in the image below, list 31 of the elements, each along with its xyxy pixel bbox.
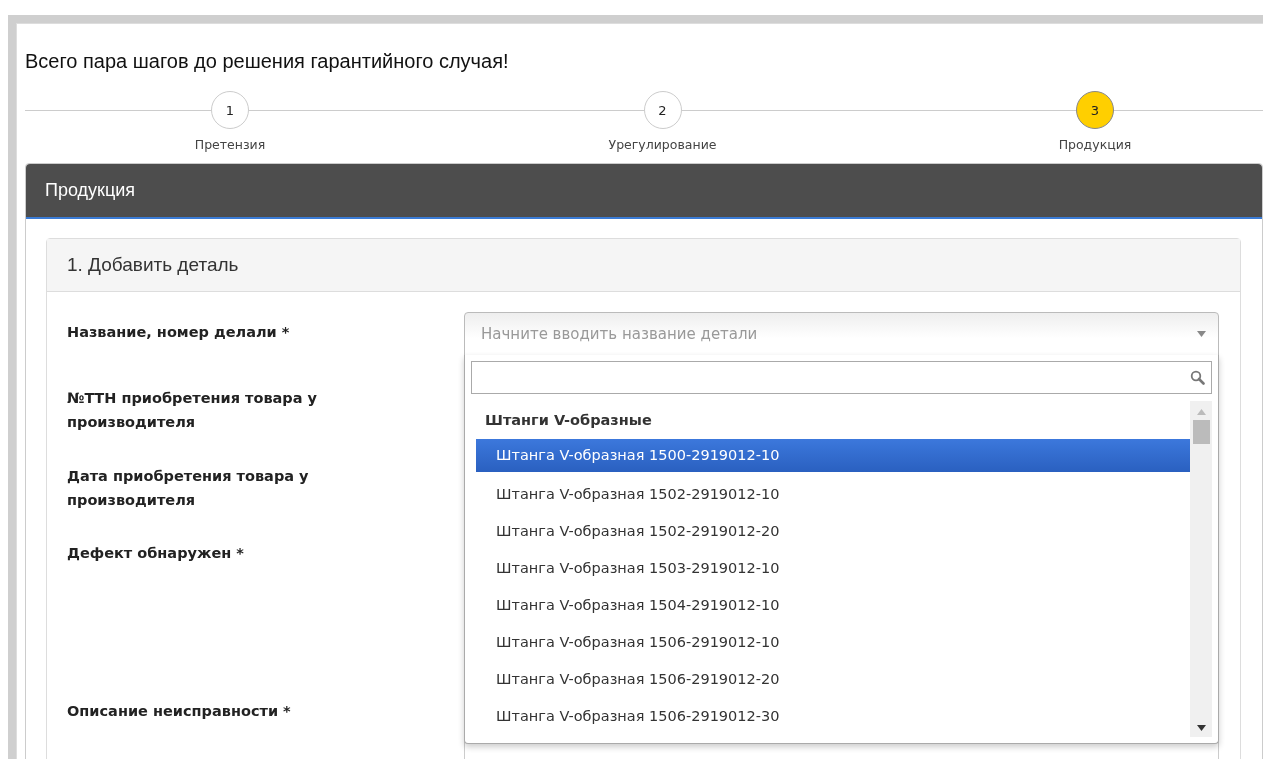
dropdown-option[interactable]: Штанга V-образная 1506-2919012-20	[476, 661, 1190, 698]
page-heading: Всего пара шагов до решения гарантийного случая!	[25, 49, 510, 74]
step-circle[interactable]: 1	[211, 91, 249, 129]
scrollbar[interactable]	[1190, 401, 1212, 737]
step-circle[interactable]: 2	[643, 91, 682, 129]
dropdown-option[interactable]: Штанга V-образная 1503-2919012-10	[476, 550, 1190, 587]
field-label: Дата приобретения товара у производителя	[67, 467, 310, 510]
step-circle[interactable]: 3	[1076, 91, 1114, 129]
dropdown-option[interactable]: Штанга V-образная 1506-2919012-30	[476, 698, 1190, 735]
step-label: Продукция	[1058, 137, 1132, 152]
field-label: Описание неисправности *	[67, 702, 292, 721]
caret-icon	[1197, 331, 1206, 337]
dropdown-option[interactable]: Штанга V-образная 1502-2919012-10	[476, 476, 1190, 513]
field-label: Название, номер делали *	[67, 323, 291, 342]
dropdown-option[interactable]: Штанга V-образная 1500-2919012-10	[476, 439, 1190, 472]
dropdown-option[interactable]: Штанга V-образная 1504-2919012-10	[476, 587, 1190, 624]
scrollbar-thumb[interactable]	[1192, 420, 1210, 444]
panel-title: Продукция	[45, 180, 136, 201]
section-title: 1. Добавить деталь	[67, 254, 239, 276]
step-label: Претензия	[194, 137, 266, 152]
select-placeholder: Начните вводить название детали	[481, 325, 758, 343]
scroll-up-icon[interactable]	[1196, 409, 1206, 415]
step-label: Урегулирование	[608, 137, 717, 152]
search-icon	[1190, 370, 1205, 385]
field-label: №ТТН приобретения товара у производителя	[67, 389, 319, 432]
scroll-down-icon[interactable]	[1196, 725, 1206, 731]
group-heading: Штанги V-образные	[484, 411, 653, 430]
search-field[interactable]	[471, 361, 1212, 394]
dropdown-option[interactable]: Штанга V-образная 1506-2919012-10	[476, 624, 1190, 661]
field-label: Дефект обнаружен *	[67, 544, 245, 563]
dropdown-option[interactable]: Штанга V-образная 1502-2919012-20	[476, 513, 1190, 550]
